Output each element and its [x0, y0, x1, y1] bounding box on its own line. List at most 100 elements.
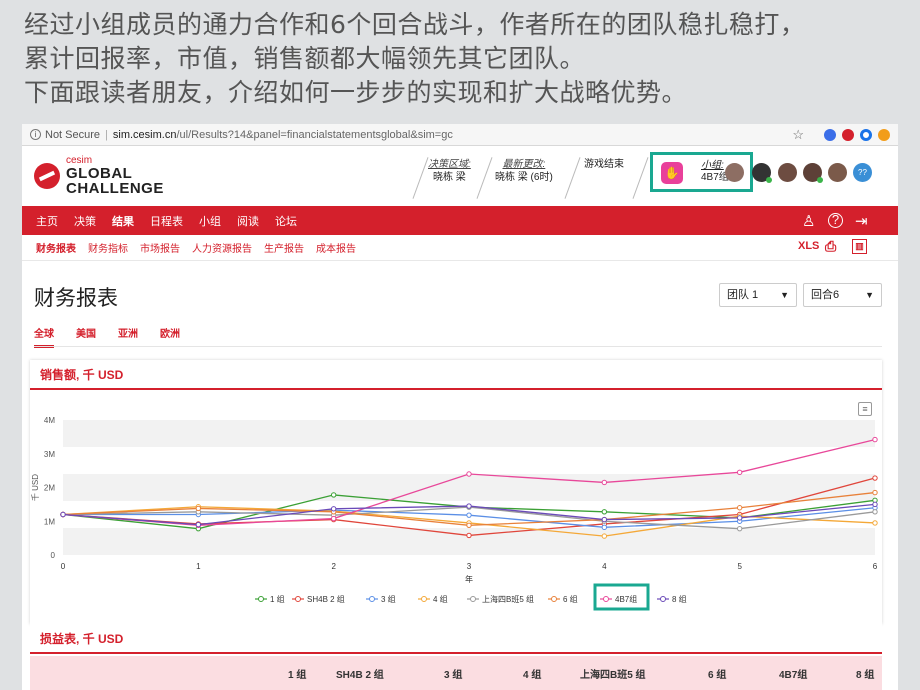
tab-europe[interactable]: 欧洲 [160, 325, 180, 348]
subnav-item-cost-report[interactable]: 成本报告 [316, 240, 356, 255]
x-tick-label: 6 [873, 562, 878, 571]
data-point [466, 532, 472, 539]
user-icon[interactable]: ♙ [802, 212, 815, 230]
legend-marker [660, 596, 666, 602]
data-point [601, 516, 608, 523]
chevron-down-icon: ▼ [780, 290, 789, 300]
table-column-header: 1 组 [288, 670, 307, 681]
sales-line-chart: 0 1M 2M 3M 4M 千 USD 0 1 2 3 4 5 6 年 1 组 SH4B 2 组 3 组 4 组 上… [30, 416, 878, 611]
x-tick-label: 3 [467, 562, 472, 571]
nav-item-team[interactable]: 小组 [199, 213, 221, 229]
y-tick-label: 3M [44, 450, 55, 459]
subnav-item-production-report[interactable]: 生产报告 [264, 240, 304, 255]
divider [34, 346, 882, 347]
data-point [60, 511, 66, 518]
extension-icon[interactable] [842, 128, 854, 141]
legend-marker [369, 596, 375, 602]
team-badge-icon: ✋ [661, 162, 683, 184]
legend-marker [421, 596, 427, 602]
round-select[interactable]: 回合6 ▼ [803, 283, 882, 307]
income-statement-card: 损益表, 千 USD [30, 624, 882, 656]
slide-caption: 经过小组成员的通力合作和6个回合战斗，作者所在的团队稳扎稳打， 累计回报率，市值… [24, 8, 914, 110]
extension-icon[interactable] [824, 128, 836, 141]
nav-item-schedule[interactable]: 日程表 [150, 213, 183, 229]
game-status: 游戏结束 [584, 159, 624, 170]
data-point [330, 506, 337, 512]
plot-band [63, 474, 875, 501]
tab-usa[interactable]: 美国 [76, 325, 96, 348]
subnav-item-financial-indicators[interactable]: 财务指标 [88, 240, 128, 255]
tab-global[interactable]: 全球 [34, 325, 54, 348]
latest-update[interactable]: 最新更改: 晓栋 梁 (6时) [495, 158, 553, 184]
data-point [736, 525, 743, 532]
chart-card-title: 销售额, 千 USD [30, 360, 882, 390]
legend-marker [603, 596, 609, 602]
x-tick-label: 0 [61, 562, 66, 571]
x-tick-label: 4 [602, 562, 607, 571]
logo-line-2: CHALLENGE [66, 180, 164, 197]
tab-asia[interactable]: 亚洲 [118, 325, 138, 348]
table-column-header: 4 组 [523, 670, 542, 681]
avatar[interactable] [828, 163, 847, 182]
online-indicator [766, 177, 772, 183]
legend-label: 3 组 [381, 594, 396, 604]
logout-icon[interactable]: ⇥ [855, 212, 868, 230]
legend-label: 4B7组 [615, 594, 637, 604]
bookmark-star-icon[interactable]: ☆ [792, 127, 804, 143]
data-point [872, 436, 878, 443]
avatar[interactable] [778, 163, 797, 182]
cesim-logo-mark-icon [34, 163, 60, 189]
plot-band [63, 447, 875, 474]
more-members-avatar[interactable]: ?? [853, 163, 872, 182]
print-icon[interactable]: ⎙ [825, 238, 836, 255]
help-icon[interactable]: ? [828, 213, 843, 228]
data-point [872, 475, 878, 481]
table-column-header: 4B7组 [779, 670, 808, 681]
data-point [466, 471, 472, 477]
legend-label: 8 组 [672, 594, 687, 604]
x-tick-label: 2 [331, 562, 336, 571]
legend-marker [551, 596, 557, 602]
region-tabs: 全球 美国 亚洲 欧洲 [34, 325, 202, 348]
y-tick-label: 0 [51, 551, 56, 560]
extension-icon[interactable] [860, 128, 872, 141]
address-bar[interactable]: i Not Secure | sim.cesim.cn/ul/Results?1… [22, 124, 898, 146]
data-point [872, 509, 878, 515]
avatar[interactable] [725, 163, 744, 182]
nav-item-results[interactable]: 结果 [112, 213, 134, 229]
subnav-item-market-report[interactable]: 市场报告 [140, 240, 180, 255]
data-point [330, 492, 337, 498]
address-divider: | [105, 128, 108, 141]
nav-item-reading[interactable]: 阅读 [237, 213, 259, 229]
cesim-logo[interactable]: cesim GLOBAL CHALLENGE [34, 156, 164, 196]
url-host: sim.cesim.cn [112, 128, 177, 141]
chevron-down-icon: ▼ [865, 290, 874, 300]
sub-nav: 财务报表 财务指标 市场报告 人力资源报告 生产报告 成本报告 XLS ⎙ ▥ [22, 235, 898, 261]
xls-export-button[interactable]: XLS [798, 240, 819, 252]
y-axis-label: 千 USD [30, 474, 40, 501]
x-tick-label: 1 [196, 562, 201, 571]
page-title: 财务报表 [34, 287, 118, 310]
y-tick-label: 2M [44, 484, 55, 493]
nav-item-forum[interactable]: 论坛 [275, 213, 297, 229]
caption-line-2: 累计回报率，市值，销售额都大幅领先其它团队。 [24, 44, 586, 73]
security-label: Not Secure [45, 128, 101, 141]
plot-band [63, 420, 875, 447]
nav-item-decisions[interactable]: 决策 [74, 213, 96, 229]
decision-area-value: 晓栋 梁 [433, 172, 466, 183]
subnav-item-financial-statements[interactable]: 财务报表 [36, 240, 76, 255]
team-select[interactable]: 团队 1 ▼ [719, 283, 797, 307]
header-divider [476, 157, 493, 199]
nav-item-home[interactable]: 主页 [36, 213, 58, 229]
info-icon[interactable]: i [30, 129, 41, 140]
table-column-header: 上海四B班5 组 [580, 670, 646, 681]
chart-view-icon[interactable]: ▥ [852, 239, 867, 254]
subnav-item-hr-report[interactable]: 人力资源报告 [192, 240, 252, 255]
team-select-value: 团队 1 [727, 289, 759, 301]
sales-chart-card: 销售额, 千 USD ≡ 0 1M 2M 3M 4M 千 USD 0 1 2 3 4 5 6 年 1 组 SH… [30, 360, 882, 624]
decision-area[interactable]: 决策区域: 晓栋 梁 [428, 158, 471, 184]
logo-line-1: GLOBAL [66, 165, 133, 182]
round-select-value: 回合6 [811, 289, 840, 301]
data-point [872, 501, 878, 508]
extension-icon[interactable] [878, 128, 890, 141]
